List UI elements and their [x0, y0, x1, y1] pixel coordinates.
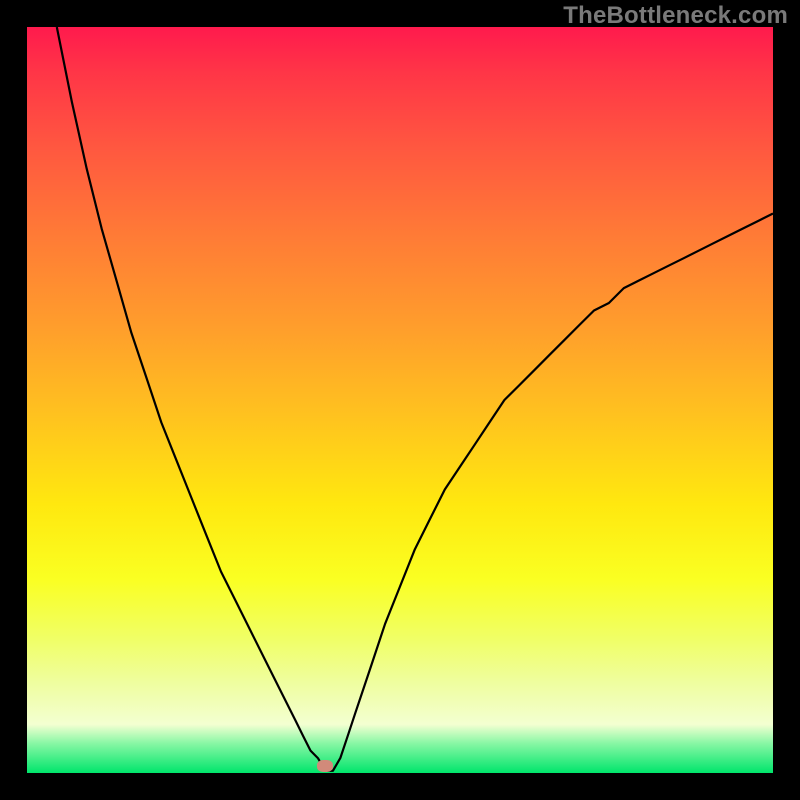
optimum-marker	[317, 760, 333, 772]
watermark-text: TheBottleneck.com	[563, 2, 788, 30]
bottleneck-curve	[27, 27, 773, 773]
bottleneck-gradient-plot	[27, 27, 773, 773]
